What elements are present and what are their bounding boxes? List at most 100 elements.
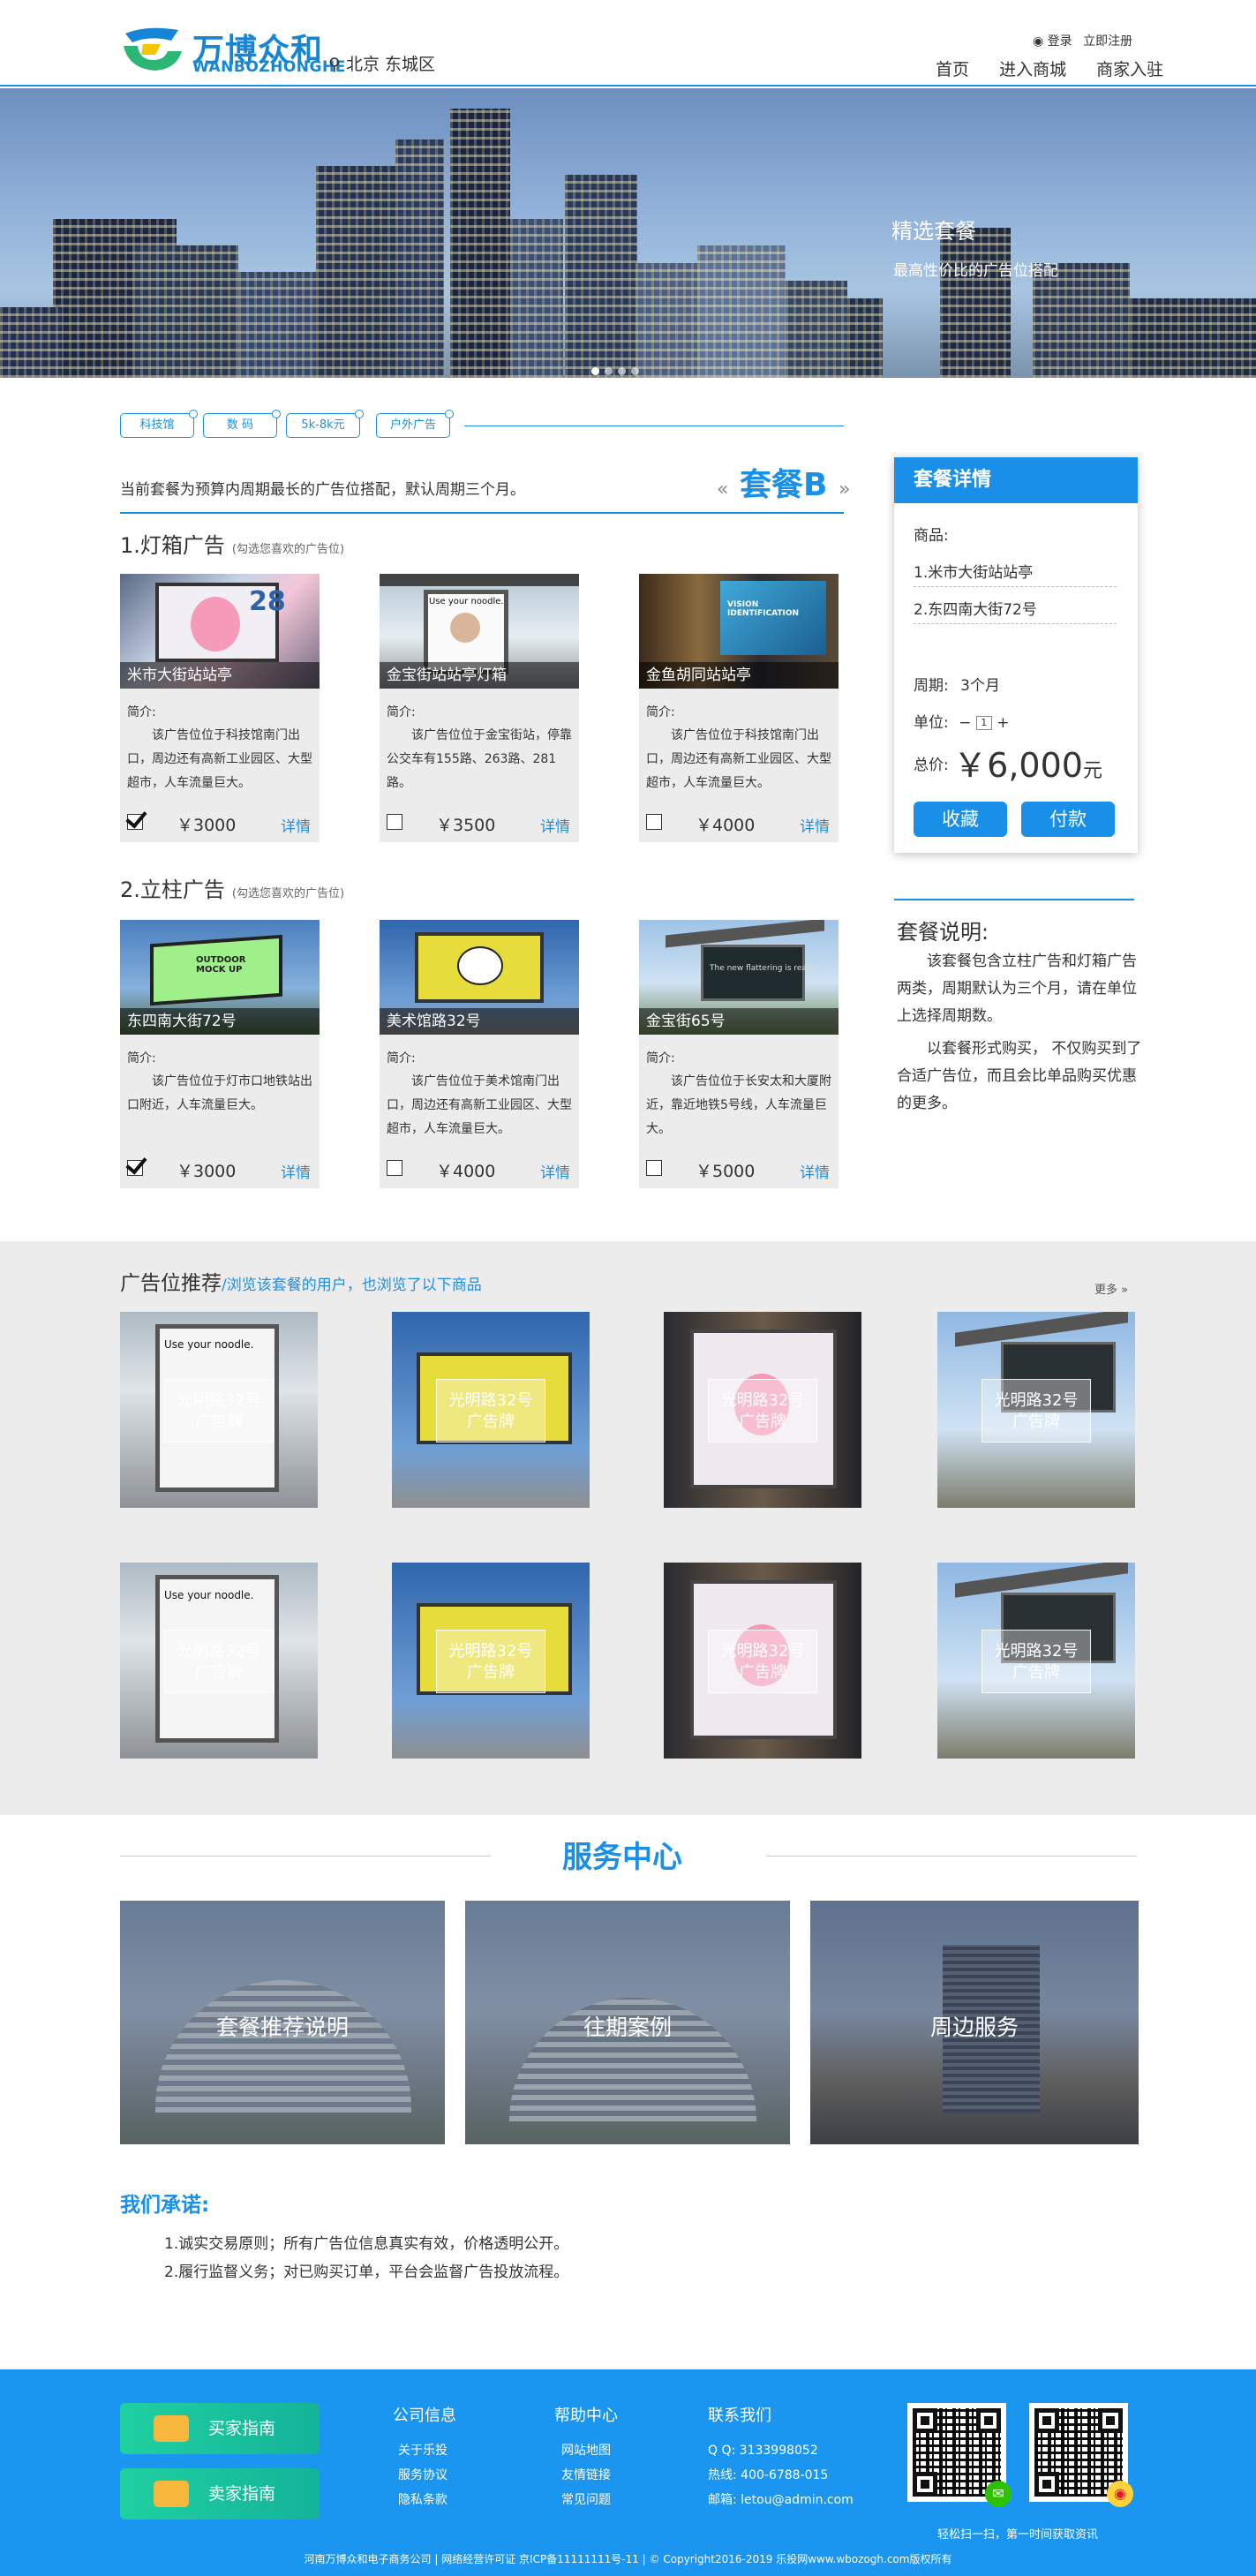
recommend-name: 光明路32号 (448, 1642, 533, 1661)
ad-price: ￥4000 (696, 816, 756, 835)
more-link[interactable]: 更多 » (1094, 1280, 1128, 1297)
ad-card[interactable]: Use your noodle. 金宝街站站亭灯箱 简介: 该广告位位于金宝街站… (380, 574, 579, 842)
service-label: 往期案例 (583, 2015, 672, 2040)
ad-card[interactable]: VISION IDENTIFICATION 金鱼胡同站站亭 简介: 该广告位位于科… (639, 574, 839, 842)
recommend-overlay: 光明路32号 广告牌 (981, 1630, 1091, 1693)
recommend-name: 光明路32号 (720, 1391, 805, 1410)
banner-dot[interactable] (631, 367, 639, 375)
collect-button[interactable]: 收藏 (914, 802, 1007, 837)
banner-dot[interactable] (591, 367, 599, 375)
weibo-icon[interactable]: ◉ (1107, 2481, 1133, 2507)
section-title-text: 1.灯箱广告 (120, 533, 225, 558)
buyer-guide-button[interactable]: 买家指南 (120, 2403, 320, 2454)
footer-link[interactable]: 网站地图 (554, 2438, 618, 2463)
contact-phone: 热线: 400-6788-015 (708, 2468, 829, 2482)
detail-link[interactable]: 详情 (540, 814, 570, 836)
tag-chip[interactable]: 数 码 (203, 410, 281, 438)
select-checkbox[interactable] (127, 814, 143, 830)
recommend-name: 光明路32号 (177, 1391, 261, 1410)
footer-link[interactable]: 友情链接 (554, 2463, 618, 2488)
nav-mall[interactable]: 进入商城 (999, 60, 1066, 79)
select-checkbox[interactable] (127, 1160, 143, 1176)
location-selector[interactable]: ⚲ 北京 东城区 (328, 51, 435, 75)
detail-link[interactable]: 详情 (281, 1160, 311, 1182)
footer-link[interactable]: 隐私条款 (393, 2488, 456, 2512)
register-link[interactable]: 立即注册 (1083, 34, 1132, 49)
account-links: ◉ 登录 立即注册 (1033, 32, 1132, 49)
package-intro: 当前套餐为预算内周期最长的广告位搭配，默认周期三个月。 (120, 481, 525, 499)
recommend-card[interactable]: 光明路32号 广告牌 (937, 1312, 1135, 1508)
contact-email[interactable]: 邮箱: letou@admin.com (708, 2488, 854, 2512)
tag-pin-icon (272, 410, 281, 418)
quote-mark: » (839, 478, 851, 501)
recommend-card[interactable]: 光明路32号 广告牌 (664, 1563, 861, 1759)
recommend-card[interactable]: 光明路32号 广告牌 (664, 1312, 861, 1508)
logo-subtitle: WANBOZHONGHE (192, 58, 346, 76)
footer-col-contact: 联系我们 Q Q: 3133998052 热线: 400-6788-015 邮箱… (708, 2403, 854, 2512)
tag-chip[interactable]: 科技馆 (120, 410, 198, 438)
increment-button[interactable]: + (997, 714, 1009, 732)
detail-link[interactable]: 详情 (800, 814, 830, 836)
ad-card[interactable]: OUTDOOR MOCK UP 东四南大街72号 简介: 该广告位位于灯市口地铁站… (120, 920, 320, 1188)
decrement-button[interactable]: − (959, 714, 971, 732)
divider (914, 623, 1117, 624)
recommend-card[interactable]: 光明路32号 广告牌 (392, 1563, 590, 1759)
tag-chip[interactable]: 5k-8k元 (286, 410, 364, 438)
section-title-lightbox: 1.灯箱广告 (勾选您喜欢的广告位) (120, 528, 344, 559)
ad-description: 该广告位位于科技馆南门出口，周边还有高新工业园区、大型超市，人车流量巨大。 (127, 728, 312, 790)
recommend-type: 广告牌 (195, 1412, 243, 1431)
banner-subtitle: 最高性价比的广告位搭配 (893, 262, 1058, 280)
notes-title: 套餐说明: (897, 920, 989, 945)
ad-intro-label: 简介: (387, 705, 416, 719)
divider (120, 1856, 491, 1857)
service-label: 周边服务 (929, 2015, 1019, 2040)
footer-link[interactable]: 常见问题 (554, 2488, 618, 2512)
goods-item: 2.东四南大街72号 (914, 601, 1037, 619)
select-checkbox[interactable] (646, 1160, 662, 1176)
footer-link[interactable]: 服务协议 (393, 2463, 456, 2488)
recommend-name: 光明路32号 (720, 1642, 805, 1661)
detail-link[interactable]: 详情 (540, 1160, 570, 1182)
recommend-name: 光明路32号 (177, 1642, 261, 1661)
banner-dot[interactable] (618, 367, 626, 375)
pay-button[interactable]: 付款 (1021, 802, 1115, 837)
contact-qq: Q Q: 3133998052 (708, 2444, 818, 2458)
ad-card[interactable]: 28 米市大街站站亭 简介: 该广告位位于科技馆南门出口，周边还有高新工业园区、… (120, 574, 320, 842)
ad-card[interactable]: The new flattering is ready 金宝街65号 简介: 该… (639, 920, 839, 1188)
service-card[interactable]: 周边服务 (810, 1901, 1139, 2144)
tag-pin-icon (445, 410, 454, 418)
ad-price: ￥4000 (436, 1162, 496, 1181)
recommend-card[interactable]: 光明路32号 广告牌 (392, 1312, 590, 1508)
notes-body: 该套餐包含立柱广告和灯箱广告两类，周期默认为三个月，请在单位上选择周期数。 以套… (897, 948, 1144, 1118)
nav-merchant[interactable]: 商家入驻 (1096, 60, 1163, 79)
footer-link[interactable]: 关于乐投 (393, 2438, 456, 2463)
select-checkbox[interactable] (387, 814, 402, 830)
service-label: 套餐推荐说明 (215, 2015, 349, 2040)
promise-item: 1.诚实交易原则；所有广告位信息真实有效，价格透明公开。 (164, 2235, 569, 2253)
service-card[interactable]: 往期案例 (465, 1901, 790, 2144)
detail-link[interactable]: 详情 (800, 1160, 830, 1182)
login-link[interactable]: 登录 (1048, 34, 1072, 49)
select-checkbox[interactable] (387, 1160, 402, 1176)
ad-price: ￥3000 (177, 816, 237, 835)
ad-card[interactable]: 美术馆路32号 简介: 该广告位位于美术馆南门出口，周边还有高新工业园区、大型超… (380, 920, 579, 1188)
recommend-card[interactable]: Use your noodle. 光明路32号 广告牌 (120, 1312, 318, 1508)
nav-home[interactable]: 首页 (936, 60, 969, 79)
detail-link[interactable]: 详情 (281, 814, 311, 836)
footer-col-company: 公司信息 关于乐投 服务协议 隐私条款 (393, 2403, 456, 2512)
select-checkbox[interactable] (646, 814, 662, 830)
unit-stepper-input[interactable]: 1 (975, 716, 992, 730)
promise-title: 我们承诺: (120, 2194, 210, 2217)
notes-paragraph: 以套餐形式购买， 不仅购买到了合适广告位，而且会比单品购买优惠的更多。 (897, 1040, 1142, 1112)
banner-dot[interactable] (605, 367, 613, 375)
wechat-icon[interactable]: ✉ (985, 2481, 1012, 2507)
logo-mark-icon[interactable] (120, 25, 184, 74)
total-row: 总价: ￥6,000元 (914, 738, 1102, 787)
recommend-type: 广告牌 (195, 1663, 243, 1682)
shop-icon (154, 2481, 189, 2507)
service-card[interactable]: 套餐推荐说明 (120, 1901, 445, 2144)
tag-chip[interactable]: 户外广告 (376, 410, 454, 438)
recommend-card[interactable]: Use your noodle. 光明路32号 广告牌 (120, 1563, 318, 1759)
seller-guide-button[interactable]: 卖家指南 (120, 2468, 320, 2520)
recommend-card[interactable]: 光明路32号 广告牌 (937, 1563, 1135, 1759)
